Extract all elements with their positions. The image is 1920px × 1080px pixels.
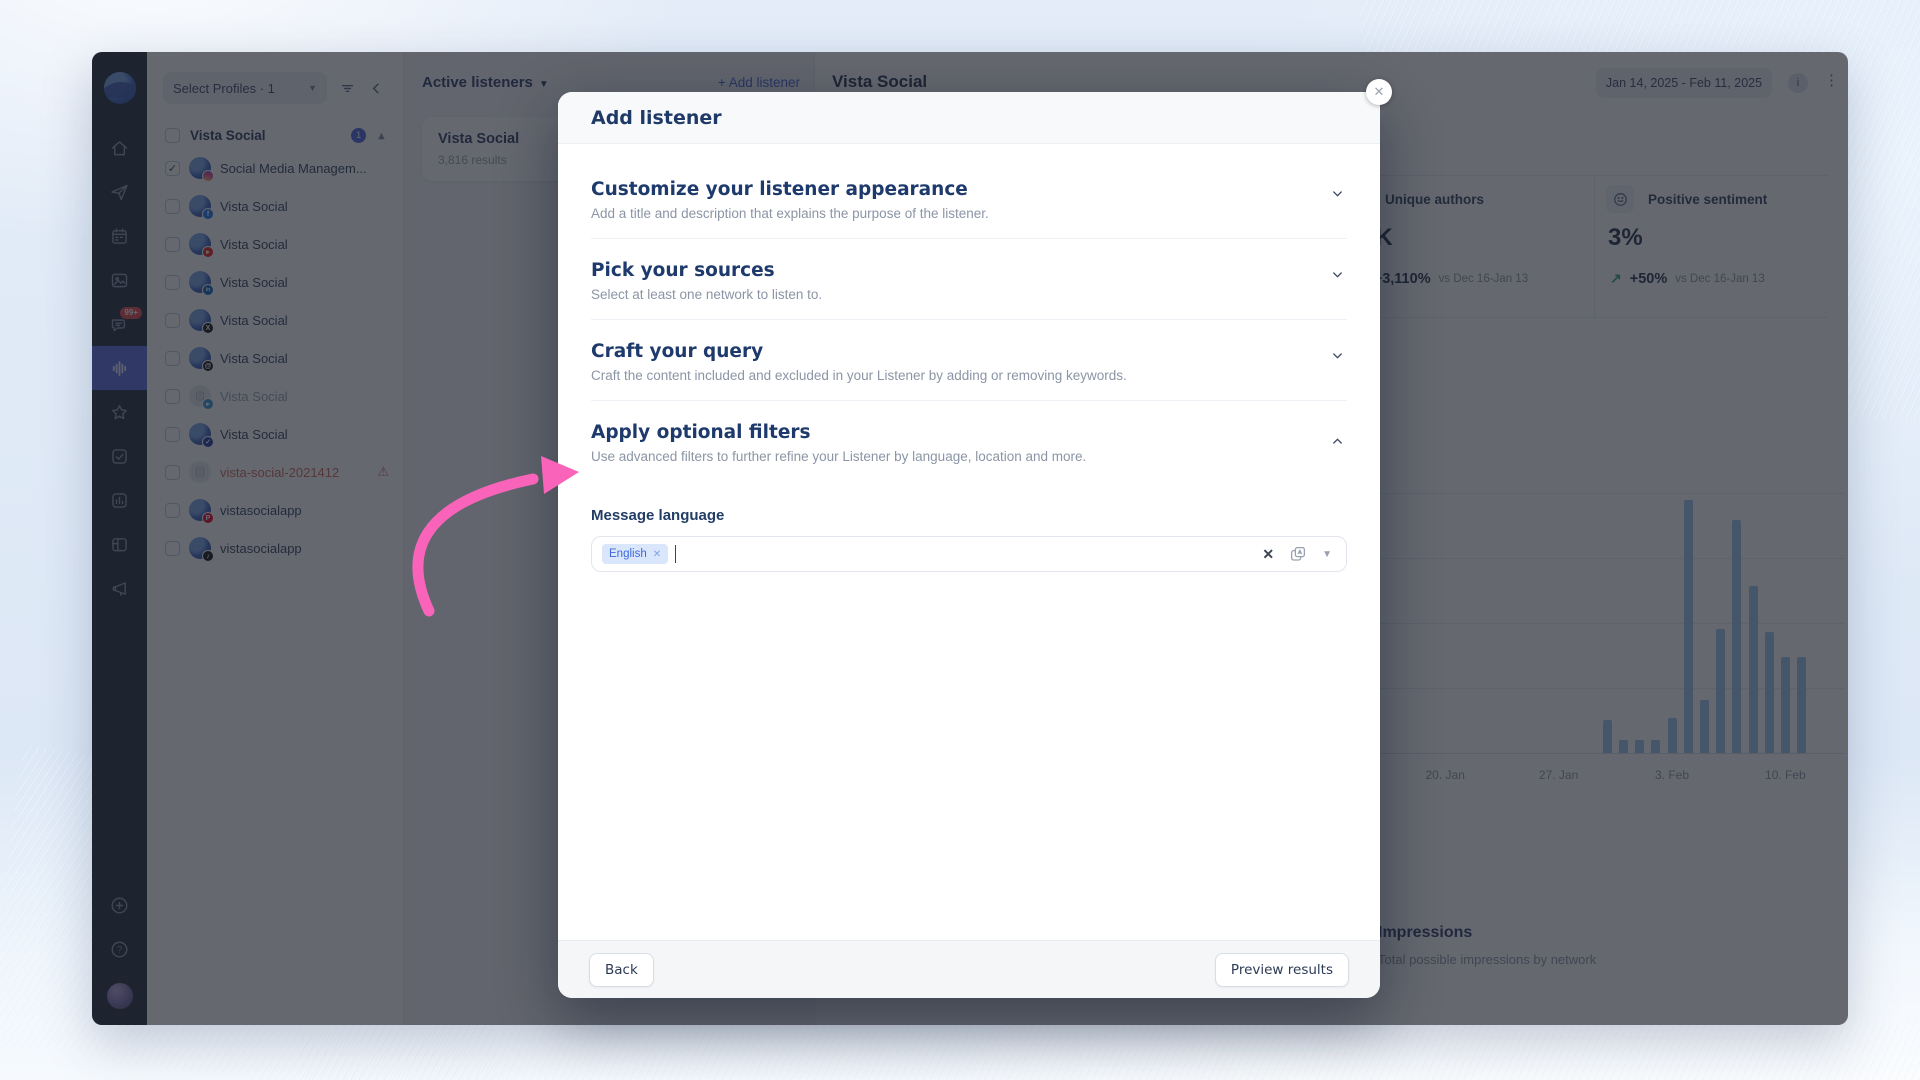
- section-title: Apply optional filters: [591, 422, 1347, 443]
- language-tag: English ✕: [602, 544, 668, 564]
- modal-section-craft-your-query[interactable]: Craft your query Craft the content includ…: [591, 320, 1347, 401]
- preview-results-button[interactable]: Preview results: [1215, 953, 1349, 987]
- modal-header: Add listener: [558, 92, 1380, 144]
- section-title: Pick your sources: [591, 260, 1347, 281]
- modal-section-pick-your-sources[interactable]: Pick your sources Select at least one net…: [591, 239, 1347, 320]
- chevron-down-icon[interactable]: [1330, 186, 1345, 206]
- section-title: Customize your listener appearance: [591, 179, 1347, 200]
- section-description: Add a title and description that explain…: [591, 206, 1347, 221]
- language-tag-label: English: [609, 548, 647, 560]
- section-title: Craft your query: [591, 341, 1347, 362]
- close-icon[interactable]: ✕: [1366, 79, 1392, 105]
- message-language-input[interactable]: English ✕ ✕ ▼: [591, 536, 1347, 572]
- section-description: Select at least one network to listen to…: [591, 287, 1347, 302]
- modal-title: Add listener: [591, 107, 722, 129]
- section-description: Craft the content included and excluded …: [591, 368, 1347, 383]
- translate-icon[interactable]: [1289, 545, 1307, 563]
- modal-section-apply-optional-filters[interactable]: Apply optional filters Use advanced filte…: [591, 401, 1347, 481]
- modal-footer: Back Preview results: [558, 940, 1380, 998]
- text-cursor: [675, 545, 676, 563]
- message-language-label: Message language: [591, 507, 1347, 524]
- remove-tag-icon[interactable]: ✕: [653, 549, 661, 560]
- modal-section-customize-your-listener-appearance[interactable]: Customize your listener appearance Add a …: [591, 158, 1347, 239]
- clear-input-icon[interactable]: ✕: [1262, 546, 1274, 563]
- dropdown-caret-icon[interactable]: ▼: [1322, 549, 1332, 560]
- chevron-down-icon[interactable]: [1330, 267, 1345, 287]
- add-listener-modal: Add listener Customize your listener app…: [558, 92, 1380, 998]
- chevron-up-icon[interactable]: [1330, 429, 1345, 449]
- section-description: Use advanced filters to further refine y…: [591, 449, 1347, 464]
- chevron-down-icon[interactable]: [1330, 348, 1345, 368]
- back-button[interactable]: Back: [589, 953, 654, 987]
